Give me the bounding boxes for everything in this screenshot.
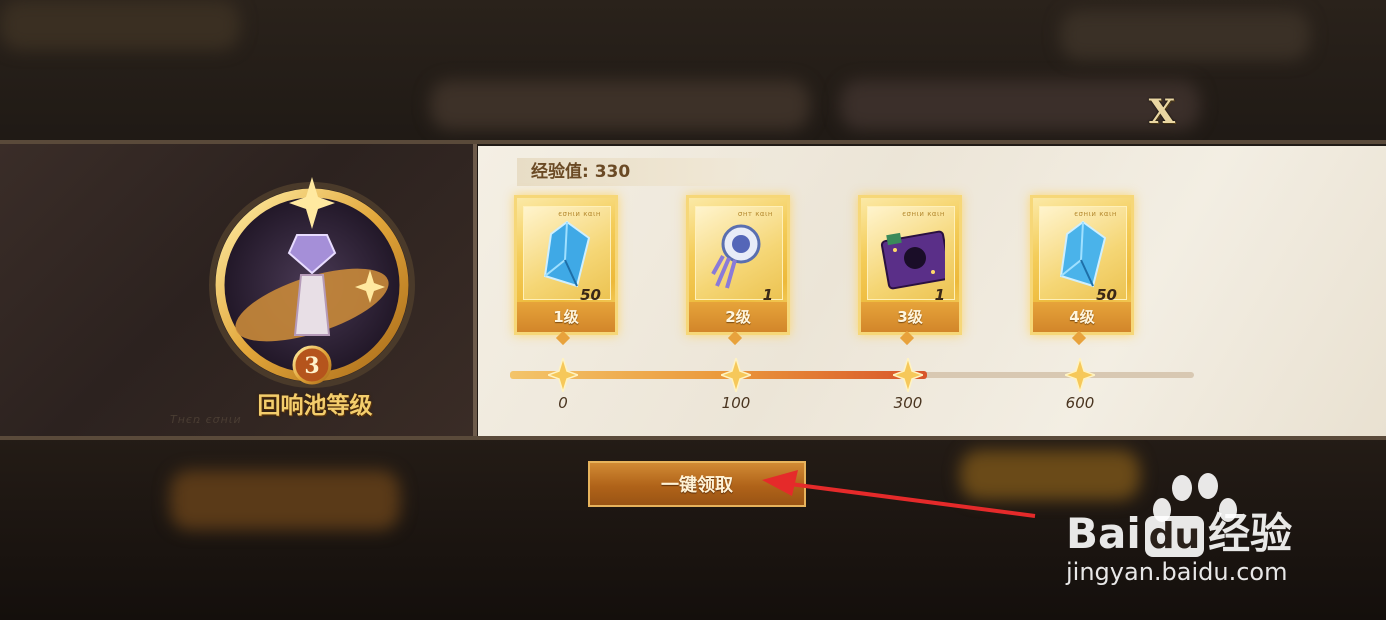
reward-card-level-1[interactable]: єσнιи кαιн 50 1级 <box>514 195 618 346</box>
reward-level-label: 4级 <box>1033 302 1131 332</box>
card-engraving: σнт кαιн <box>737 210 773 218</box>
reward-card-level-3[interactable]: єσнιи кαιн 1 3级 <box>858 195 962 346</box>
star-card-pack-icon <box>880 230 945 290</box>
echo-pool-emblem-icon: 3 <box>209 177 415 388</box>
watermark-brand: Bai du 经验 <box>1066 509 1293 558</box>
card-engraving: єσнιи кαιн <box>558 210 601 218</box>
progress-tick-label: 600 <box>1065 394 1095 412</box>
progress-tick-label: 100 <box>721 394 751 412</box>
reward-level-label: 1级 <box>517 302 615 332</box>
milestone-star-icon <box>721 358 751 392</box>
blue-crystal-icon <box>543 220 591 288</box>
milestone-star-icon <box>548 358 578 392</box>
pool-engraving: Tнєռ єσнιи <box>170 413 242 426</box>
svg-text:3: 3 <box>304 353 319 379</box>
milestone-star-icon <box>1065 358 1095 392</box>
reward-card-level-4[interactable]: єσнιи кαιн 50 4级 <box>1030 195 1134 346</box>
milestone-star-icon <box>893 358 923 392</box>
close-button[interactable]: X <box>1143 95 1181 129</box>
card-engraving: єσнιи кαιн <box>1074 210 1117 218</box>
annotation-arrow-icon <box>762 470 1036 518</box>
progress-tick-label: 300 <box>893 394 923 412</box>
reward-level-label: 2级 <box>689 302 787 332</box>
watermark-url: jingyan.baidu.com <box>1066 558 1288 586</box>
reward-level-label: 3级 <box>861 302 959 332</box>
card-engraving: єσнιи кαιн <box>902 210 945 218</box>
pool-level-title: 回响池等级 <box>257 392 373 419</box>
experience-value-label: 经验值: 330 <box>517 158 777 186</box>
blue-crystal-icon <box>1059 220 1107 288</box>
reward-card-level-2[interactable]: σнт кαιн 1 2级 <box>686 195 790 346</box>
progress-tick-label: 0 <box>558 394 568 412</box>
moon-amulet-icon <box>711 224 761 289</box>
